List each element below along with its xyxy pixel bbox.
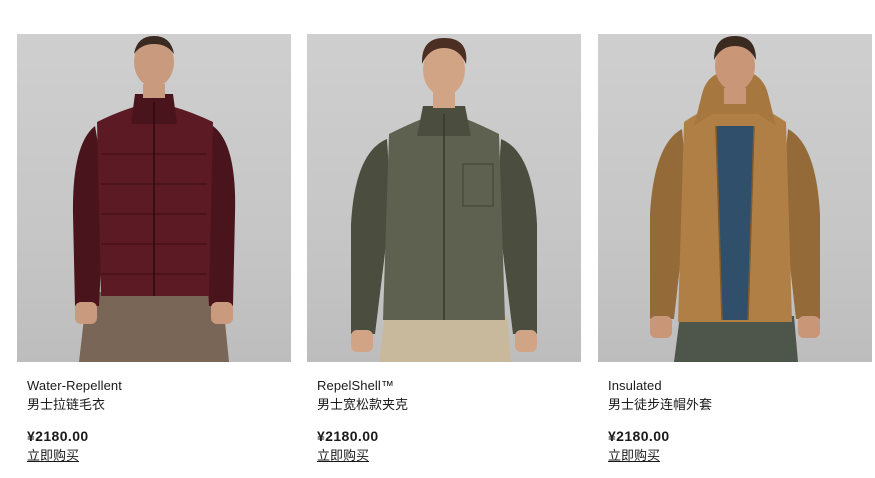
- product-photo-tan-hooded-jacket: [650, 36, 820, 362]
- product-name-cn[interactable]: 男士徒步连帽外套: [608, 397, 872, 413]
- product-price: ¥2180.00: [27, 428, 89, 444]
- product-card[interactable]: Water-Repellent 男士拉链毛衣 ¥2180.00 立即购买: [17, 34, 291, 465]
- product-image-2[interactable]: [307, 34, 581, 362]
- product-price: ¥2180.00: [317, 428, 379, 444]
- product-name-en[interactable]: Water-Repellent: [27, 378, 291, 394]
- buy-now-link[interactable]: 立即购买: [27, 448, 79, 464]
- product-name-en[interactable]: RepelShell™: [317, 378, 581, 394]
- product-image-1[interactable]: [17, 34, 291, 362]
- product-image-3[interactable]: [598, 34, 872, 362]
- buy-now-link[interactable]: 立即购买: [608, 448, 660, 464]
- product-photo-olive-shell-jacket: [351, 38, 537, 362]
- product-card[interactable]: Insulated 男士徒步连帽外套 ¥2180.00 立即购买: [598, 34, 872, 465]
- product-name-cn[interactable]: 男士宽松款夹克: [317, 397, 581, 413]
- product-photo-burgundy-zip-sweater: [72, 36, 236, 362]
- product-price: ¥2180.00: [608, 428, 670, 444]
- product-name-cn[interactable]: 男士拉链毛衣: [27, 397, 291, 413]
- buy-now-link[interactable]: 立即购买: [317, 448, 369, 464]
- product-card[interactable]: RepelShell™ 男士宽松款夹克 ¥2180.00 立即购买: [307, 34, 581, 465]
- product-name-en[interactable]: Insulated: [608, 378, 872, 394]
